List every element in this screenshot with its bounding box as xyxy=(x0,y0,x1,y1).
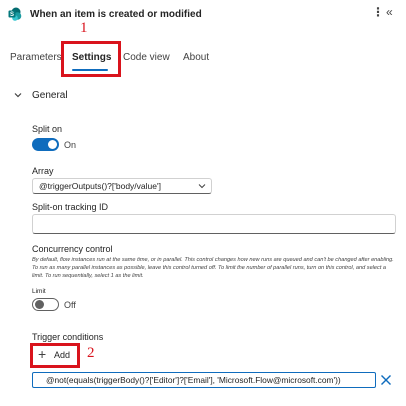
toggle-knob xyxy=(48,140,57,149)
concurrency-label: Concurrency control xyxy=(32,244,113,254)
section-general[interactable]: General xyxy=(14,90,394,104)
array-label: Array xyxy=(32,166,54,176)
trigger-condition-input[interactable]: @not(equals(triggerBody()?['Editor']?['E… xyxy=(32,372,376,388)
toggle-knob xyxy=(35,300,44,309)
trigger-conditions-label: Trigger conditions xyxy=(32,332,104,342)
tracking-id-label: Split-on tracking ID xyxy=(32,202,109,212)
panel-title: When an item is created or modified xyxy=(30,9,202,20)
sharepoint-logo-icon: S xyxy=(8,7,22,21)
panel-header: S When an item is created or modified ⋮ … xyxy=(0,0,406,32)
double-chevron-left-icon[interactable]: « xyxy=(386,5,393,19)
more-vertical-icon[interactable]: ⋮ xyxy=(372,5,384,19)
close-icon[interactable] xyxy=(380,374,392,386)
tab-about[interactable]: About xyxy=(183,52,209,63)
trigger-condition-value: @not(equals(triggerBody()?['Editor']?['E… xyxy=(46,375,341,385)
limit-label: Limit xyxy=(32,288,46,295)
concurrency-description: By default, flow instances run at the sa… xyxy=(32,257,394,279)
section-general-label: General xyxy=(32,90,68,101)
tracking-id-input[interactable] xyxy=(32,214,396,234)
annotation-number-1: 1 xyxy=(80,20,88,36)
chevron-down-icon xyxy=(198,184,206,189)
concurrency-state: Off xyxy=(64,300,76,310)
tab-parameters[interactable]: Parameters xyxy=(10,52,62,63)
array-select-value: @triggerOutputs()?['body/value'] xyxy=(39,181,161,191)
chevron-down-icon xyxy=(14,93,22,98)
annotation-box-add xyxy=(30,343,80,368)
svg-text:S: S xyxy=(10,12,14,18)
split-on-state: On xyxy=(64,140,77,150)
annotation-number-2: 2 xyxy=(87,345,95,361)
split-on-label: Split on xyxy=(32,124,63,134)
split-on-toggle[interactable] xyxy=(32,138,59,151)
tab-code-view[interactable]: Code view xyxy=(123,52,170,63)
concurrency-toggle[interactable] xyxy=(32,298,59,311)
annotation-box-settings xyxy=(61,41,121,77)
array-select[interactable]: @triggerOutputs()?['body/value'] xyxy=(32,178,212,194)
